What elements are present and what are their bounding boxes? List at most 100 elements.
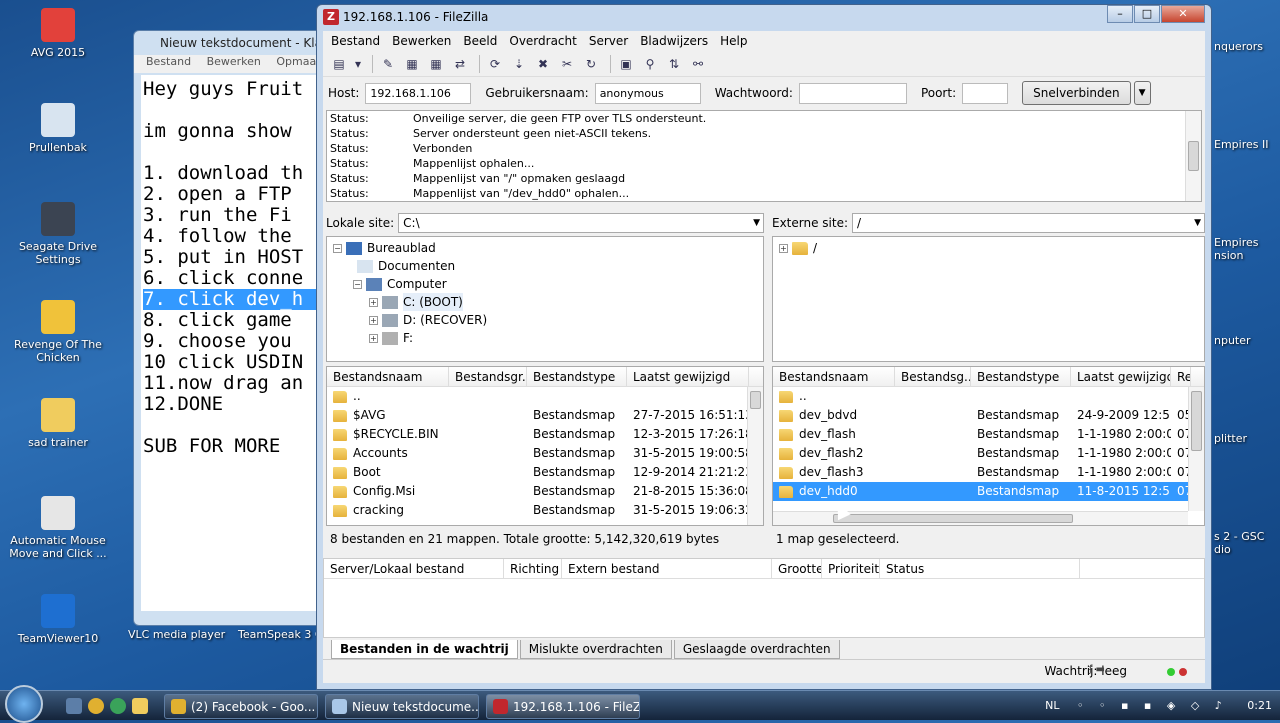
expand-icon[interactable]: + — [369, 297, 378, 307]
desktop-icon[interactable]: TeamViewer10 — [8, 594, 108, 645]
toggle-remote-tree-icon[interactable]: ▦ — [426, 55, 446, 73]
toggle-queue-icon[interactable]: ⇄ — [450, 55, 470, 73]
file-row[interactable]: dev_flash3Bestandsmap1-1-1980 2:00:0007 — [773, 463, 1204, 482]
show-desktop-icon[interactable] — [66, 698, 82, 714]
local-tree-item[interactable]: Documenten — [327, 257, 763, 275]
queue-tab[interactable]: Bestanden in de wachtrij — [331, 640, 518, 659]
maximize-button[interactable]: □ — [1134, 5, 1160, 23]
column-header[interactable]: Extern bestand — [562, 559, 772, 578]
column-header[interactable]: Richting — [504, 559, 562, 578]
taskbar-button[interactable]: 192.168.1.106 - FileZ... — [486, 694, 640, 719]
refresh-icon[interactable]: ⟳ — [485, 55, 505, 73]
menu-bewerken[interactable]: Bewerken — [386, 34, 457, 48]
quickconnect-button[interactable]: Snelverbinden — [1022, 81, 1131, 105]
quickconnect-dropdown-button[interactable]: ▼ — [1133, 81, 1151, 105]
remote-tree[interactable]: + / — [772, 236, 1205, 362]
notepad-menu-file[interactable]: Bestand — [146, 55, 191, 68]
local-tree-item[interactable]: − Bureaublad — [327, 239, 763, 257]
notepad-menu-edit[interactable]: Bewerken — [207, 55, 261, 68]
port-input[interactable] — [962, 82, 1009, 104]
column-header[interactable]: Bestandsg... — [895, 367, 971, 386]
reconnect-icon[interactable]: ↻ — [581, 55, 601, 73]
desktop-icon[interactable]: Revenge Of The Chicken — [8, 300, 108, 364]
local-tree[interactable]: − Bureaublad Documenten − Computer + C: (BOOT)… — [326, 236, 764, 362]
site-manager-icon[interactable]: ▤ — [329, 55, 349, 73]
queue-tab[interactable]: Mislukte overdrachten — [519, 640, 672, 659]
password-input[interactable] — [798, 82, 907, 104]
local-files-scrollbar[interactable] — [747, 387, 763, 525]
local-site-combo[interactable]: C:\ — [398, 213, 764, 233]
remote-tree-root[interactable]: + / — [773, 239, 1204, 257]
local-tree-item[interactable]: + C: (BOOT) — [327, 293, 763, 311]
desktop-icon[interactable]: sad trainer — [8, 398, 108, 449]
taskbar-button[interactable]: (2) Facebook - Goo... — [164, 694, 318, 719]
tray-icons[interactable]: ◦ ◦ ▪ ▪ ◈ ◇ ♪ — [1077, 699, 1237, 712]
column-header[interactable]: Bestandstype — [971, 367, 1071, 386]
remote-site-combo[interactable]: / — [852, 213, 1205, 233]
column-header[interactable]: Laatst gewijzigd — [1071, 367, 1171, 386]
expand-icon[interactable]: + — [779, 243, 788, 253]
compare-icon[interactable]: ⚲ — [640, 55, 660, 73]
column-header[interactable]: Prioriteit — [822, 559, 880, 578]
column-header[interactable]: Status — [880, 559, 1080, 578]
desktop-icon-label[interactable]: nputer — [1214, 334, 1251, 347]
local-tree-item[interactable]: + F: — [327, 329, 763, 347]
file-row[interactable]: cracking Bestandsmap 31-5-2015 19:06:32 — [327, 501, 763, 520]
remote-files-scrollbar[interactable] — [1188, 387, 1204, 511]
toggle-local-tree-icon[interactable]: ▦ — [402, 55, 422, 73]
local-file-list[interactable]: Bestandsnaam Bestandsgr... Bestandstype Laa… — [326, 366, 764, 526]
start-button[interactable] — [5, 685, 43, 723]
expand-icon[interactable]: + — [369, 315, 378, 325]
desktop-icon[interactable]: Seagate Drive Settings — [8, 202, 108, 266]
menu-help[interactable]: Help — [714, 34, 753, 48]
expand-icon[interactable]: − — [333, 243, 342, 253]
desktop-icon-label[interactable]: Empires II — [1214, 138, 1268, 151]
disconnect-icon[interactable]: ✂ — [557, 55, 577, 73]
file-row[interactable]: dev_flash2Bestandsmap1-1-1980 2:00:0007 — [773, 444, 1204, 463]
desktop-icon-label[interactable]: plitter — [1214, 432, 1247, 445]
desktop-icon-label[interactable]: s 2 - GSC dio — [1214, 530, 1264, 556]
column-header[interactable]: Bestandsnaam — [773, 367, 895, 386]
log-scrollbar[interactable] — [1185, 111, 1201, 201]
file-row[interactable]: $AVG Bestandsmap 27-7-2015 16:51:13 — [327, 406, 763, 425]
desktop-icon-label[interactable]: nquerors — [1214, 40, 1263, 53]
file-row[interactable]: dev_hdd0 Bestandsmap 11-8-2015 12:5... 07 — [773, 482, 1204, 501]
username-input[interactable] — [594, 82, 701, 104]
cancel-operation-icon[interactable]: ✖ — [533, 55, 553, 73]
chrome-icon[interactable] — [88, 698, 104, 714]
transfer-queue[interactable]: Server/Lokaal bestand Richting Extern best… — [323, 558, 1205, 638]
taskbar-button[interactable]: Nieuw tekstdocume... — [325, 694, 479, 719]
file-row[interactable]: dev_bdvd Bestandsmap 24-9-2009 12:5... 05 — [773, 406, 1204, 425]
quicklaunch-icon[interactable] — [110, 698, 126, 714]
desktop-icon-label[interactable]: Empires nsion — [1214, 236, 1258, 262]
desktop-icon[interactable]: Automatic Mouse Move and Click ... — [8, 496, 108, 560]
menu-server[interactable]: Server — [583, 34, 634, 48]
desktop-label-teamspeak[interactable]: TeamSpeak 3 C — [238, 628, 323, 641]
sync-browse-icon[interactable]: ⇅ — [664, 55, 684, 73]
file-row[interactable]: .. — [773, 387, 1204, 406]
local-tree-item[interactable]: − Computer — [327, 275, 763, 293]
site-manager-dropdown-icon[interactable]: ▾ — [353, 55, 363, 73]
column-header[interactable]: Server/Lokaal bestand — [324, 559, 504, 578]
minimize-button[interactable]: – — [1107, 5, 1133, 23]
host-input[interactable] — [365, 82, 472, 104]
queue-tab[interactable]: Geslaagde overdrachten — [673, 640, 840, 659]
toggle-log-icon[interactable]: ✎ — [378, 55, 398, 73]
filezilla-window[interactable]: Z 192.168.1.106 - FileZilla – □ ✕ Bestan… — [316, 4, 1212, 690]
column-header[interactable]: Grootte — [772, 559, 822, 578]
local-tree-item[interactable]: + D: (RECOVER) — [327, 311, 763, 329]
search-icon[interactable]: ⚯ — [688, 55, 708, 73]
desktop-icon[interactable]: Prullenbak — [8, 103, 108, 154]
close-button[interactable]: ✕ — [1161, 5, 1205, 23]
file-row[interactable]: Accounts Bestandsmap 31-5-2015 19:00:58 — [327, 444, 763, 463]
menu-beeld[interactable]: Beeld — [457, 34, 503, 48]
speed-limit-icon[interactable]: ʄ ▬ — [1089, 664, 1105, 675]
file-row[interactable]: $RECYCLE.BIN Bestandsmap 12-3-2015 17:26:1… — [327, 425, 763, 444]
notepad-text-area[interactable]: Hey guys Fruit im gonna show 1. download t… — [141, 75, 322, 611]
directory-filter-icon[interactable]: ▣ — [616, 55, 636, 73]
column-header[interactable]: Bestandsgr... — [449, 367, 527, 386]
file-row[interactable]: Config.Msi Bestandsmap 21-8-2015 15:36:08 — [327, 482, 763, 501]
file-row[interactable]: Boot Bestandsmap 12-9-2014 21:21:23 — [327, 463, 763, 482]
column-header[interactable]: Laatst gewijzigd — [627, 367, 749, 386]
menu-bladwijzers[interactable]: Bladwijzers — [634, 34, 714, 48]
